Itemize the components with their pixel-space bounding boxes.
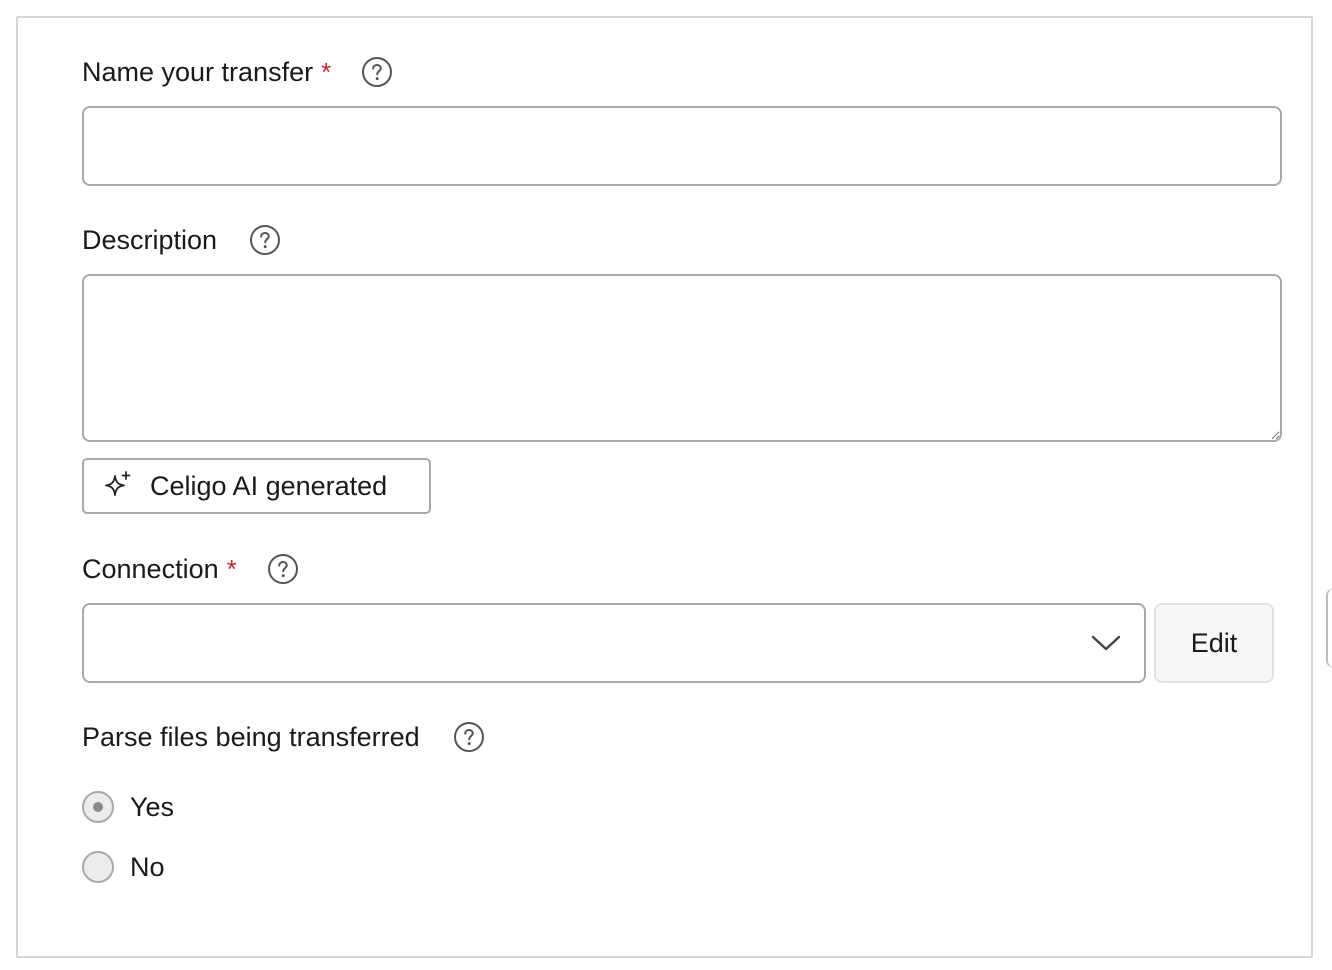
radio-option-no[interactable]: No (82, 851, 165, 883)
radio-yes-label: Yes (130, 791, 175, 822)
radio-no[interactable] (82, 851, 114, 883)
help-icon[interactable] (453, 721, 485, 753)
required-mark: * (321, 56, 332, 87)
ai-button-label: Celigo AI generated (150, 470, 388, 501)
help-icon[interactable] (249, 224, 281, 256)
radio-option-yes[interactable]: Yes (82, 791, 174, 823)
required-mark: * (226, 553, 237, 584)
edit-button-label: Edit (1190, 627, 1238, 658)
chevron-down-icon (1091, 635, 1121, 651)
help-icon[interactable] (361, 56, 393, 88)
connection-label: Connection (82, 553, 219, 584)
name-input[interactable] (82, 106, 1282, 186)
radio-yes[interactable] (82, 791, 114, 823)
description-label: Description (82, 224, 218, 255)
help-icon[interactable] (267, 553, 299, 585)
description-textarea[interactable] (82, 274, 1282, 442)
offscreen-button-edge (1326, 588, 1332, 668)
description-label-row: Description (82, 224, 281, 256)
celigo-ai-generated-button[interactable]: Celigo AI generated (82, 458, 431, 514)
name-field-label-row: Name your transfer * (82, 56, 393, 88)
radio-no-label: No (130, 851, 165, 882)
parse-files-label: Parse files being transferred (82, 721, 420, 752)
parse-files-label-row: Parse files being transferred (82, 721, 485, 753)
connection-label-row: Connection * (82, 553, 299, 585)
connection-select[interactable] (82, 603, 1146, 683)
edit-connection-button[interactable]: Edit (1154, 603, 1274, 683)
name-field-label: Name your transfer (82, 56, 314, 87)
sparkle-icon (105, 471, 131, 496)
